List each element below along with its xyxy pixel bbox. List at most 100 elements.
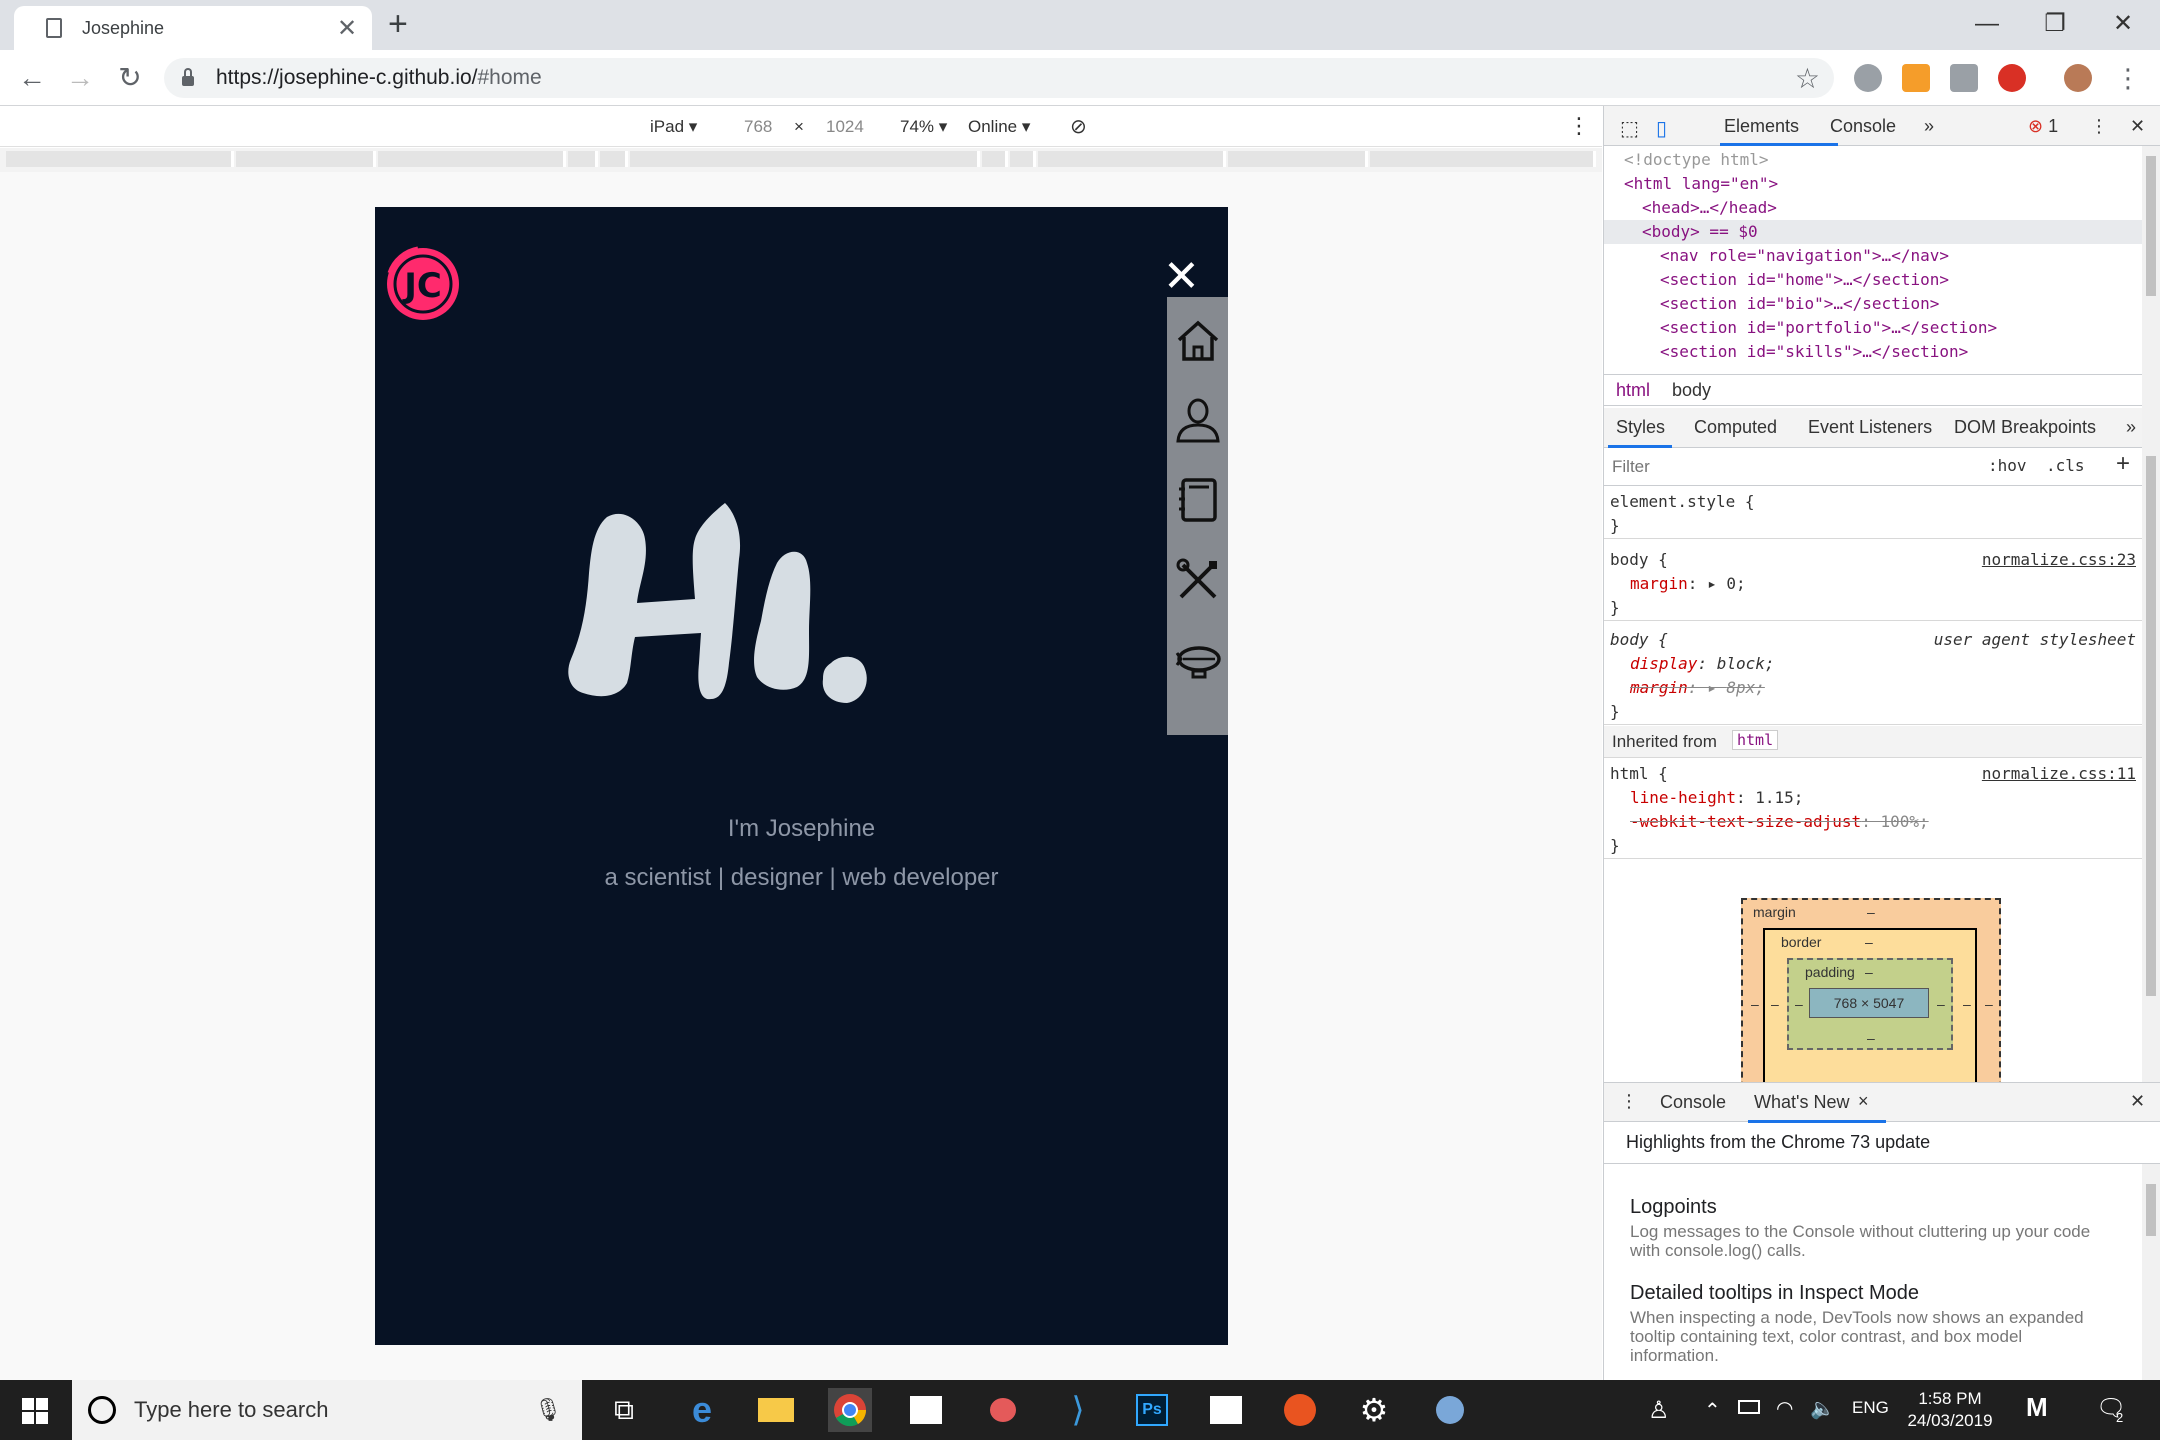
- snip-tool-icon[interactable]: [980, 1388, 1024, 1432]
- tab-styles[interactable]: Styles: [1616, 417, 1665, 438]
- dom-node-selected[interactable]: <body> == $0: [1604, 220, 2144, 244]
- edge-icon[interactable]: e: [680, 1388, 724, 1432]
- prop-value[interactable]: 1.15;: [1755, 788, 1803, 807]
- wifi-icon[interactable]: ◠: [1776, 1396, 1793, 1421]
- device-toolbar-menu-icon[interactable]: ⋮: [1568, 113, 1590, 139]
- prop-value-overridden[interactable]: 100%;: [1880, 812, 1928, 831]
- tab-computed[interactable]: Computed: [1694, 417, 1777, 438]
- menu-close-button[interactable]: ✕: [1163, 255, 1200, 299]
- styles-filter-input[interactable]: [1612, 454, 1972, 480]
- rotate-icon[interactable]: ⊘: [1070, 114, 1087, 139]
- task-view-icon[interactable]: ⧉: [602, 1388, 646, 1432]
- box-content[interactable]: 768 × 5047: [1809, 988, 1929, 1018]
- drawer-tab-console[interactable]: Console: [1660, 1092, 1726, 1113]
- error-icon[interactable]: ⊗ 1: [2028, 116, 2058, 137]
- rule-selector[interactable]: html {: [1610, 764, 1668, 783]
- devtools-close-icon[interactable]: ✕: [2130, 116, 2145, 137]
- restore-button[interactable]: ❐: [2022, 4, 2088, 44]
- blimp-icon[interactable]: [1173, 637, 1223, 687]
- tab-event-listeners[interactable]: Event Listeners: [1808, 417, 1932, 438]
- minimize-button[interactable]: —: [1954, 4, 2020, 44]
- tab-elements[interactable]: Elements: [1724, 116, 1799, 137]
- whats-new-item-title[interactable]: Logpoints: [1630, 1196, 1717, 1219]
- jc-logo[interactable]: JC: [378, 243, 464, 323]
- dom-node[interactable]: <section id="skills">…</section>: [1604, 340, 2144, 364]
- rule-source-link[interactable]: normalize.css:11: [1982, 762, 2136, 786]
- whats-new-scrollbar[interactable]: [2142, 1164, 2160, 1380]
- battery-icon[interactable]: [1738, 1400, 1760, 1414]
- notebook-icon[interactable]: [1173, 475, 1223, 525]
- photoshop-icon[interactable]: Ps: [1130, 1388, 1174, 1432]
- dom-node[interactable]: <nav role="navigation">…</nav>: [1604, 244, 2144, 268]
- dom-node[interactable]: <section id="portfolio">…</section>: [1604, 316, 2144, 340]
- breadcrumb-html[interactable]: html: [1616, 380, 1650, 401]
- camera-extension-icon[interactable]: [1950, 64, 1978, 92]
- more-tabs-icon[interactable]: »: [1924, 116, 1934, 137]
- reload-icon[interactable]: ↻: [110, 58, 150, 98]
- ubuntu-icon[interactable]: [1278, 1388, 1322, 1432]
- tab-dom-breakpoints[interactable]: DOM Breakpoints: [1954, 417, 2096, 438]
- rule-selector[interactable]: body {: [1610, 550, 1668, 569]
- shopping-extension-icon[interactable]: [1902, 64, 1930, 92]
- person-icon[interactable]: [1173, 395, 1223, 445]
- tab-close-button[interactable]: ✕: [334, 14, 360, 43]
- more-style-tabs-icon[interactable]: »: [2126, 417, 2136, 438]
- drawer-menu-icon[interactable]: ⋮: [1620, 1091, 1638, 1112]
- rule-selector[interactable]: element.style {: [1604, 490, 2144, 514]
- network-select[interactable]: Online ▾: [968, 117, 1030, 137]
- zoom-select[interactable]: 74% ▾: [900, 117, 947, 137]
- dom-node[interactable]: <html lang="en">: [1604, 172, 2144, 196]
- back-icon[interactable]: ←: [12, 58, 52, 98]
- forward-icon[interactable]: →: [60, 58, 100, 98]
- tray-app-icon[interactable]: M: [2026, 1392, 2048, 1423]
- volume-icon[interactable]: 🔈: [1810, 1396, 1835, 1421]
- height-input[interactable]: 1024: [826, 117, 864, 137]
- file-explorer-icon[interactable]: [754, 1388, 798, 1432]
- device-toggle-icon[interactable]: ▯: [1656, 116, 1667, 141]
- menu-kebab-icon[interactable]: ⋮: [2108, 58, 2148, 98]
- breadcrumb-body[interactable]: body: [1672, 380, 1711, 401]
- width-input[interactable]: 768: [744, 117, 772, 137]
- paint-icon[interactable]: [1428, 1388, 1472, 1432]
- inherited-tag[interactable]: html: [1732, 730, 1779, 750]
- dom-node[interactable]: <section id="home">…</section>: [1604, 268, 2144, 292]
- taskbar-clock[interactable]: 1:58 PM 24/03/2019: [1890, 1388, 2010, 1432]
- chrome-icon[interactable]: [828, 1388, 872, 1432]
- taskbar-search[interactable]: Type here to search 🎙: [72, 1380, 582, 1440]
- prop-name-overridden[interactable]: -webkit-text-size-adjust: [1630, 812, 1861, 831]
- dom-node[interactable]: <head>…</head>: [1604, 196, 2144, 220]
- prop-value[interactable]: 0;: [1726, 574, 1745, 593]
- rule-source-link[interactable]: normalize.css:23: [1982, 548, 2136, 572]
- hov-toggle[interactable]: :hov: [1988, 456, 2027, 475]
- new-tab-button[interactable]: +: [388, 6, 408, 42]
- dom-node[interactable]: <!doctype html>: [1604, 148, 2144, 172]
- people-icon[interactable]: ♙: [1648, 1396, 1670, 1425]
- window-close-button[interactable]: ✕: [2090, 4, 2156, 44]
- settings-gear-icon[interactable]: ⚙: [1352, 1388, 1396, 1432]
- vscode-icon[interactable]: ⟩: [1056, 1388, 1100, 1432]
- profile-avatar[interactable]: [2064, 64, 2092, 92]
- whats-new-item-title[interactable]: Detailed tooltips in Inspect Mode: [1630, 1282, 1919, 1305]
- windows-start-icon[interactable]: [22, 1398, 48, 1424]
- new-style-rule-button[interactable]: +: [2116, 450, 2130, 478]
- device-select[interactable]: iPad ▾: [650, 117, 697, 137]
- cls-toggle[interactable]: .cls: [2046, 456, 2085, 475]
- styles-scrollbar[interactable]: [2142, 146, 2160, 1082]
- extension-icon[interactable]: [1854, 64, 1882, 92]
- dom-node[interactable]: <section id="bio">…</section>: [1604, 292, 2144, 316]
- show-hidden-icons-chevron[interactable]: ⌃: [1704, 1398, 1721, 1423]
- language-indicator[interactable]: ENG: [1852, 1398, 1889, 1418]
- home-icon[interactable]: [1173, 315, 1223, 365]
- adblock-extension-icon[interactable]: [1998, 64, 2026, 92]
- bookmark-star-icon[interactable]: ☆: [1795, 62, 1820, 95]
- store-icon[interactable]: [904, 1388, 948, 1432]
- devtools-menu-icon[interactable]: ⋮: [2090, 116, 2108, 137]
- media-query-bar[interactable]: [0, 148, 1602, 172]
- whats-new-close-icon[interactable]: ×: [1858, 1091, 1869, 1112]
- address-bar[interactable]: https://josephine-c.github.io/#home ☆: [164, 58, 1834, 98]
- inspect-icon[interactable]: ⬚: [1620, 116, 1639, 141]
- microphone-icon[interactable]: 🎙: [534, 1397, 562, 1423]
- tools-icon[interactable]: [1173, 555, 1223, 605]
- drawer-close-icon[interactable]: ✕: [2130, 1091, 2145, 1112]
- browser-tab[interactable]: Josephine ✕: [14, 6, 372, 50]
